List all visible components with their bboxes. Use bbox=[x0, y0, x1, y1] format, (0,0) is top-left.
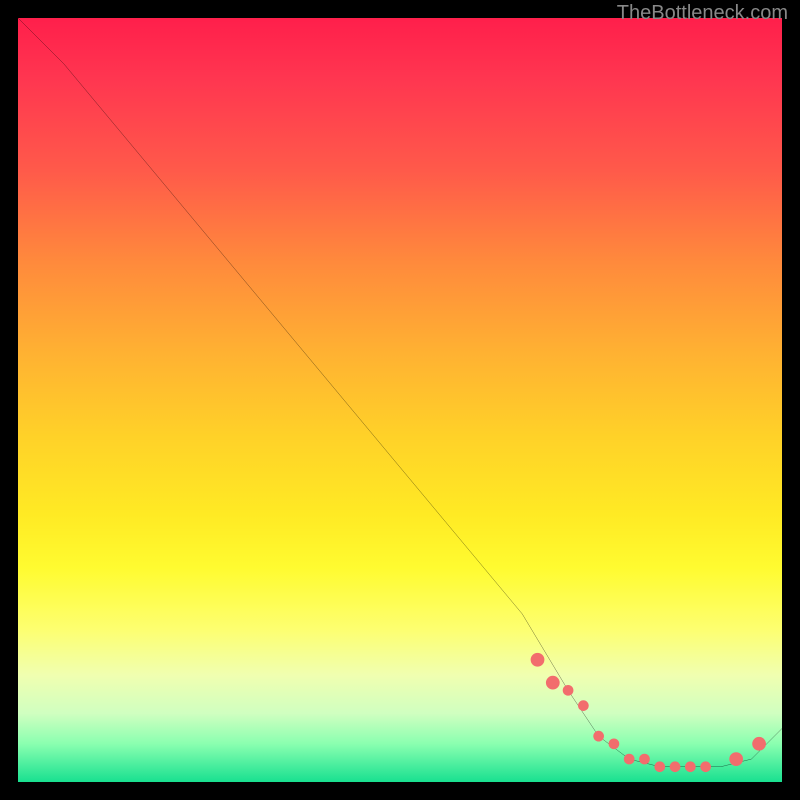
valley-marker bbox=[685, 761, 696, 772]
valley-marker bbox=[563, 685, 574, 696]
valley-marker bbox=[700, 761, 711, 772]
valley-marker bbox=[639, 754, 650, 765]
valley-marker bbox=[546, 676, 560, 690]
curve-svg bbox=[18, 18, 782, 782]
valley-marker bbox=[578, 700, 589, 711]
plot-area bbox=[18, 18, 782, 782]
bottleneck-curve bbox=[18, 18, 782, 767]
chart-container: TheBottleneck.com bbox=[0, 0, 800, 800]
valley-marker bbox=[593, 731, 604, 742]
valley-marker bbox=[531, 653, 545, 667]
valley-marker bbox=[670, 761, 681, 772]
valley-marker bbox=[752, 737, 766, 751]
valley-marker bbox=[624, 754, 635, 765]
valley-marker bbox=[609, 738, 620, 749]
watermark-text: TheBottleneck.com bbox=[617, 2, 788, 25]
valley-marker bbox=[654, 761, 665, 772]
valley-markers bbox=[531, 653, 766, 772]
valley-marker bbox=[729, 752, 743, 766]
